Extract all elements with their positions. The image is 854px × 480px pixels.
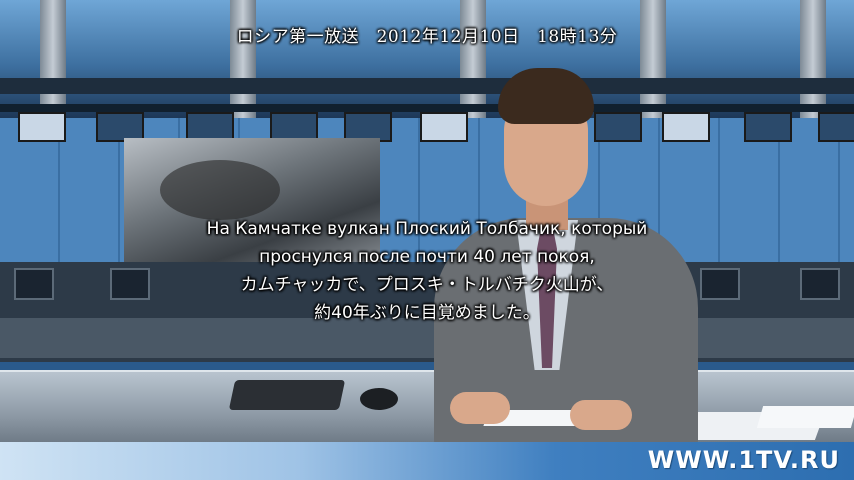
studio-monitor [818, 112, 854, 142]
ceiling-truss [40, 0, 66, 120]
studio-monitor [744, 112, 792, 142]
keyboard [228, 380, 346, 410]
subtitle-line-japanese-2: 約40年ぶりに目覚めました。 [314, 303, 540, 323]
ceiling-truss [230, 0, 256, 120]
subtitle-line-russian-2: проснулся после почти 40 лет покоя, [259, 247, 595, 267]
studio-monitor [18, 112, 66, 142]
subtitle-block: На Камчатке вулкан Плоский Толбачик, кот… [0, 215, 854, 327]
subtitle-line-japanese-1: カムチャッカで、プロスキ・トルバチク火山が、 [240, 275, 614, 295]
desk-papers [756, 406, 854, 428]
anchor-hair [498, 68, 594, 124]
channel-logo: WWW.1TV.RU [647, 446, 840, 474]
volcano-smoke [160, 160, 280, 220]
anchor-hand [450, 392, 510, 424]
channel-date-caption: ロシア第一放送 2012年12月10日 18時13分 [236, 27, 618, 47]
computer-mouse [360, 388, 398, 410]
anchor-hand [570, 400, 632, 430]
ceiling-truss [800, 0, 826, 120]
video-frame: ロシア第一放送 2012年12月10日 18時13分 На Камчатке в… [0, 0, 854, 480]
subtitle-line-russian-1: На Камчатке вулкан Плоский Толбачик, кот… [206, 219, 648, 239]
